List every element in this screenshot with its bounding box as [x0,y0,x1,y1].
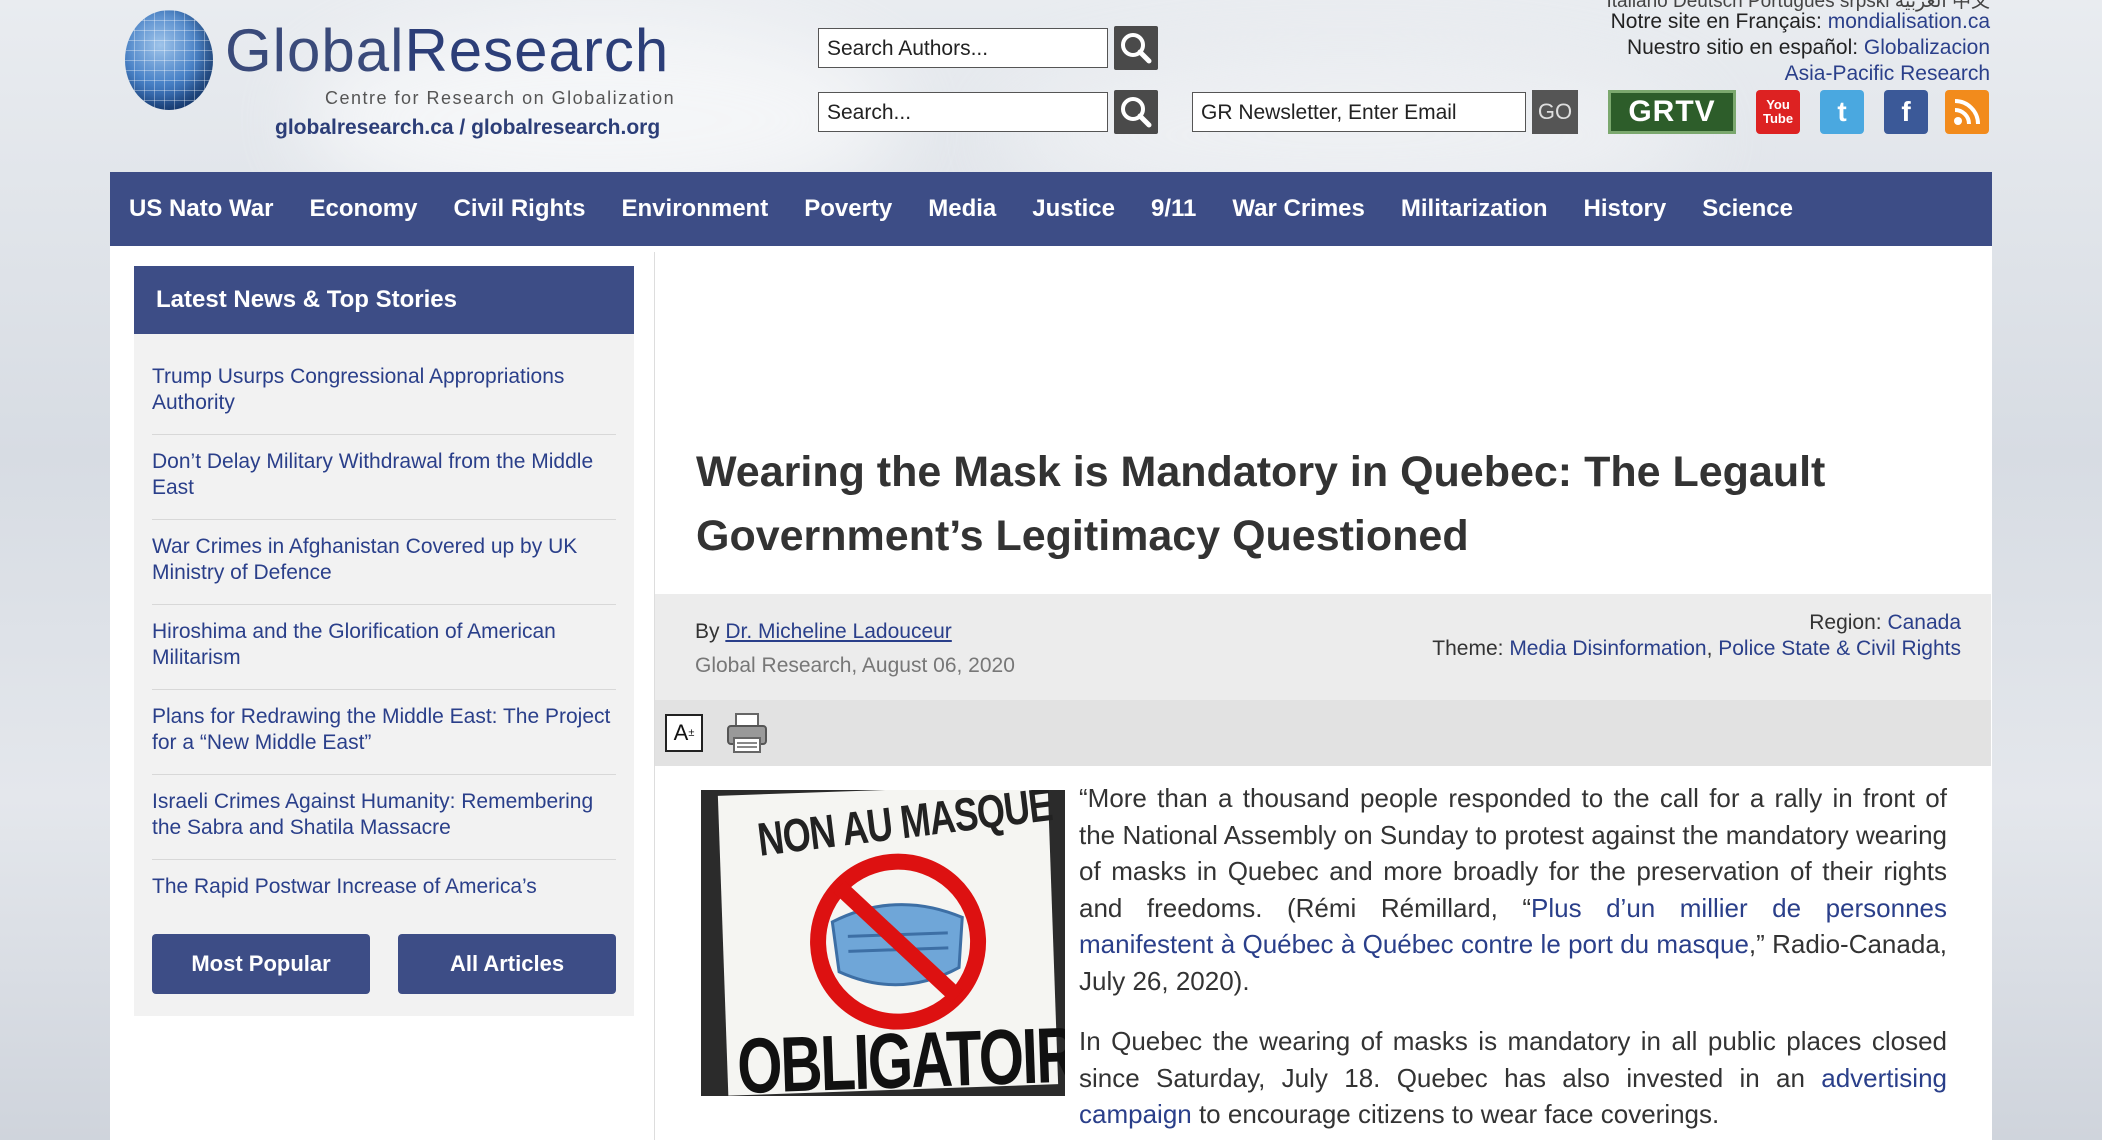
spanish-site-link[interactable]: Globalizacion [1864,36,1990,59]
nav-item-economy[interactable]: Economy [309,195,417,223]
asia-pacific-link[interactable]: Asia-Pacific Research [1785,62,1990,85]
theme-link-media-disinformation[interactable]: Media Disinformation [1509,637,1706,660]
logo-urls[interactable]: globalresearch.ca / globalresearch.org [275,116,660,140]
news-item[interactable]: Israeli Crimes Against Humanity: Remembe… [152,775,616,860]
news-item[interactable]: Plans for Redrawing the Middle East: The… [152,690,616,775]
nav-item-911[interactable]: 9/11 [1151,195,1196,223]
youtube-icon[interactable]: You Tube [1756,90,1800,134]
rss-glyph [1954,99,1980,125]
font-size-icon[interactable]: A ± [665,714,703,752]
theme-link-police-state[interactable]: Police State & Civil Rights [1718,637,1961,660]
site-search-input[interactable]: Search... [818,92,1108,132]
french-site-link[interactable]: mondialisation.ca [1828,10,1990,33]
article-photo: NON AU MASQUE OBLIGATOIRE [701,790,1065,1096]
news-item[interactable]: War Crimes in Afghanistan Covered up by … [152,520,616,605]
nav-item-civil-rights[interactable]: Civil Rights [454,195,586,223]
no-mask-symbol-icon [810,853,987,1030]
nav-item-us-nato-war[interactable]: US Nato War [129,195,273,223]
spanish-site-line: Nuestro sitio en español: Globalizacion [1626,36,1990,59]
newsletter-email-input[interactable]: GR Newsletter, Enter Email [1192,92,1526,132]
news-item[interactable]: Don’t Delay Military Withdrawal from the… [152,435,616,520]
rss-icon[interactable] [1945,90,1989,134]
news-item[interactable]: Hiroshima and the Glorification of Ameri… [152,605,616,690]
nav-item-war-crimes[interactable]: War Crimes [1232,195,1365,223]
sidebar-scroll-area[interactable]: Trump Usurps Congressional Appropriation… [134,266,634,918]
grtv-icon[interactable]: GRTV [1608,90,1736,134]
article-paragraph-2: In Quebec the wearing of masks is mandat… [1079,1026,1947,1129]
print-icon[interactable] [725,712,769,754]
french-site-line: Notre site en Français: mondialisation.c… [1610,10,1990,33]
article-tools: A ± [655,700,1991,766]
protest-sign: NON AU MASQUE OBLIGATOIRE [717,790,1065,1096]
region-theme: Region: Canada Theme: Media Disinformati… [1432,611,1961,660]
facebook-icon[interactable]: f [1884,90,1928,134]
twitter-icon[interactable]: t [1820,90,1864,134]
nav-item-history[interactable]: History [1584,195,1667,223]
search-icon [1121,97,1152,128]
sign-text-bottom: OBLIGATOIRE [735,1009,1065,1096]
byline: By Dr. Micheline Ladouceur [695,620,952,643]
all-articles-button[interactable]: All Articles [398,934,616,994]
news-list: Trump Usurps Congressional Appropriation… [152,350,616,918]
main-nav: US Nato War Economy Civil Rights Environ… [110,172,1992,246]
newsletter-go-button[interactable]: GO [1532,90,1578,134]
site-logo[interactable]: GlobalResearch Centre for Research on Gl… [120,8,700,140]
nav-item-poverty[interactable]: Poverty [804,195,892,223]
logo-title: GlobalResearch [225,17,670,84]
region-link[interactable]: Canada [1887,611,1961,634]
logo-subtitle: Centre for Research on Globalization [325,88,676,108]
nav-item-justice[interactable]: Justice [1032,195,1115,223]
search-authors-input[interactable]: Search Authors... [818,28,1108,68]
publish-date: Global Research, August 06, 2020 [695,654,1015,677]
nav-item-media[interactable]: Media [928,195,996,223]
most-popular-button[interactable]: Most Popular [152,934,370,994]
nav-item-science[interactable]: Science [1702,195,1793,223]
article-title: Wearing the Mask is Mandatory in Quebec:… [696,448,1826,560]
article-paragraph-1: “More than a thousand people responded t… [1079,783,1947,996]
globe-icon [125,10,213,110]
site-search-button[interactable] [1114,90,1158,134]
nav-item-environment[interactable]: Environment [622,195,769,223]
author-link[interactable]: Dr. Micheline Ladouceur [725,620,951,643]
news-item[interactable]: Trump Usurps Congressional Appropriation… [152,350,616,435]
asia-pacific-line: Asia-Pacific Research [1785,62,1990,86]
news-item[interactable]: The Rapid Postwar Increase of America’s [152,860,616,918]
nav-item-militarization[interactable]: Militarization [1401,195,1548,223]
search-authors-button[interactable] [1114,26,1158,70]
latest-news-sidebar: Latest News & Top Stories Trump Usurps C… [134,266,634,1016]
search-icon [1121,33,1152,64]
